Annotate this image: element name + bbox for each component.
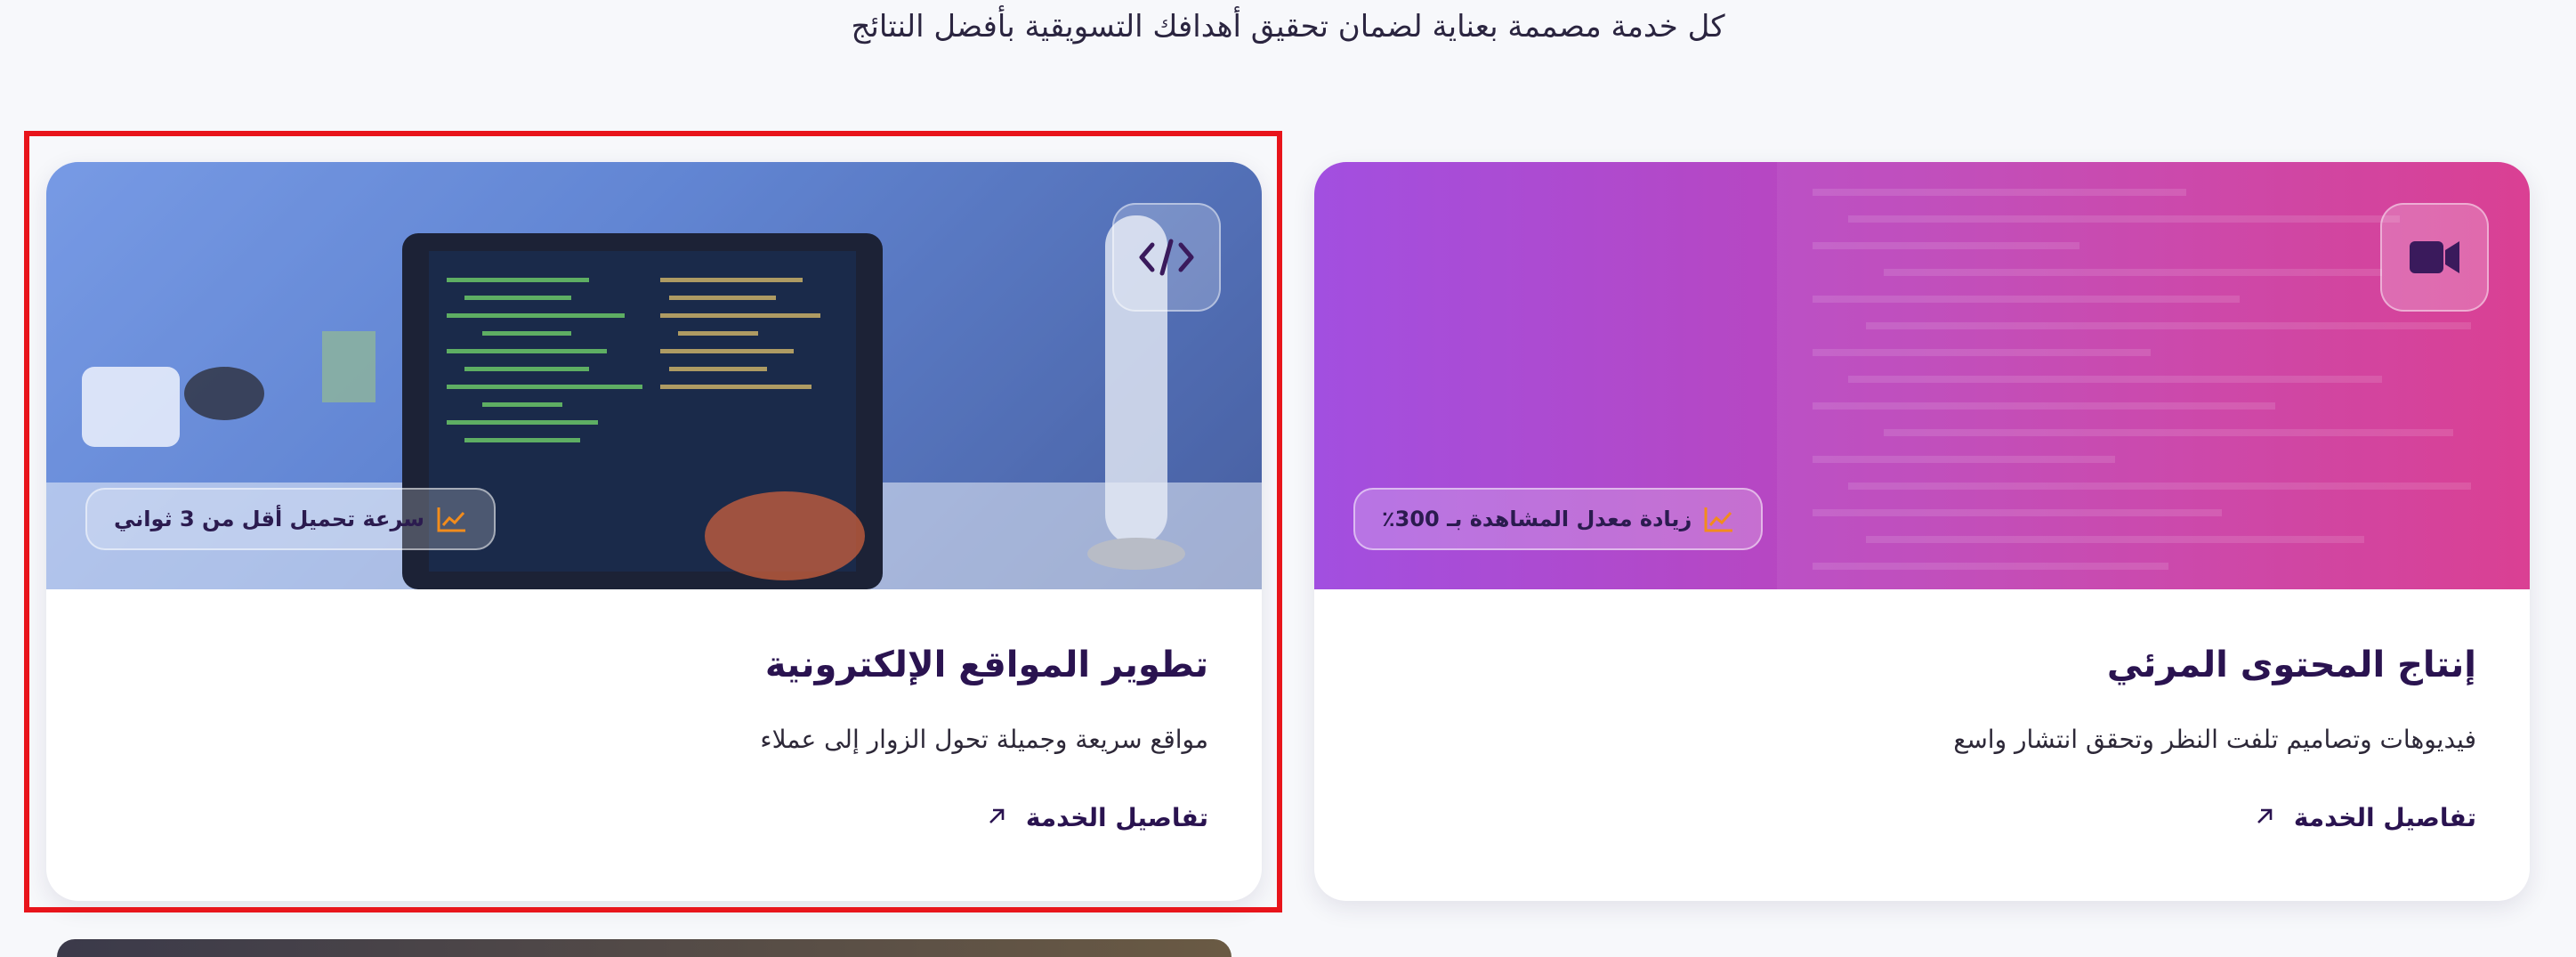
- service-card-web-development[interactable]: سرعة تحميل أقل من 3 ثواني تطوير المواقع …: [46, 162, 1262, 901]
- card-title: إنتاج المحتوى المرئي: [2106, 645, 2476, 685]
- stat-badge: سرعة تحميل أقل من 3 ثواني: [85, 488, 496, 550]
- service-details-label: تفاصيل الخدمة: [1025, 803, 1208, 832]
- card-description: مواقع سريعة وجميلة تحول الزوار إلى عملاء: [760, 725, 1208, 754]
- service-details-link[interactable]: تفاصيل الخدمة: [987, 803, 1208, 832]
- arrow-up-right-icon: [2255, 803, 2274, 832]
- trend-chart-icon: [437, 506, 467, 532]
- service-card-video[interactable]: زيادة معدل المشاهدة بـ 300٪ إنتاج المحتو…: [1314, 162, 2530, 901]
- stat-badge: زيادة معدل المشاهدة بـ 300٪: [1353, 488, 1764, 550]
- video-camera-icon: [2380, 203, 2489, 312]
- arrow-up-right-icon: [987, 803, 1006, 832]
- trend-chart-icon: [1704, 506, 1734, 532]
- service-details-link[interactable]: تفاصيل الخدمة: [2255, 803, 2476, 832]
- card-image: زيادة معدل المشاهدة بـ 300٪: [1314, 162, 2530, 589]
- service-details-label: تفاصيل الخدمة: [2293, 803, 2476, 832]
- code-icon: [1112, 203, 1221, 312]
- stat-badge-label: سرعة تحميل أقل من 3 ثواني: [114, 507, 424, 531]
- card-title: تطوير المواقع الإلكترونية: [764, 645, 1208, 685]
- section-subtitle: كل خدمة مصممة بعناية لضمان تحقيق أهدافك …: [851, 9, 1725, 45]
- stat-badge-label: زيادة معدل المشاهدة بـ 300٪: [1382, 507, 1692, 531]
- next-card-row-peek: [57, 939, 1231, 957]
- card-description: فيديوهات وتصاميم تلفت النظر وتحقق انتشار…: [1953, 725, 2476, 754]
- card-image: سرعة تحميل أقل من 3 ثواني: [46, 162, 1262, 589]
